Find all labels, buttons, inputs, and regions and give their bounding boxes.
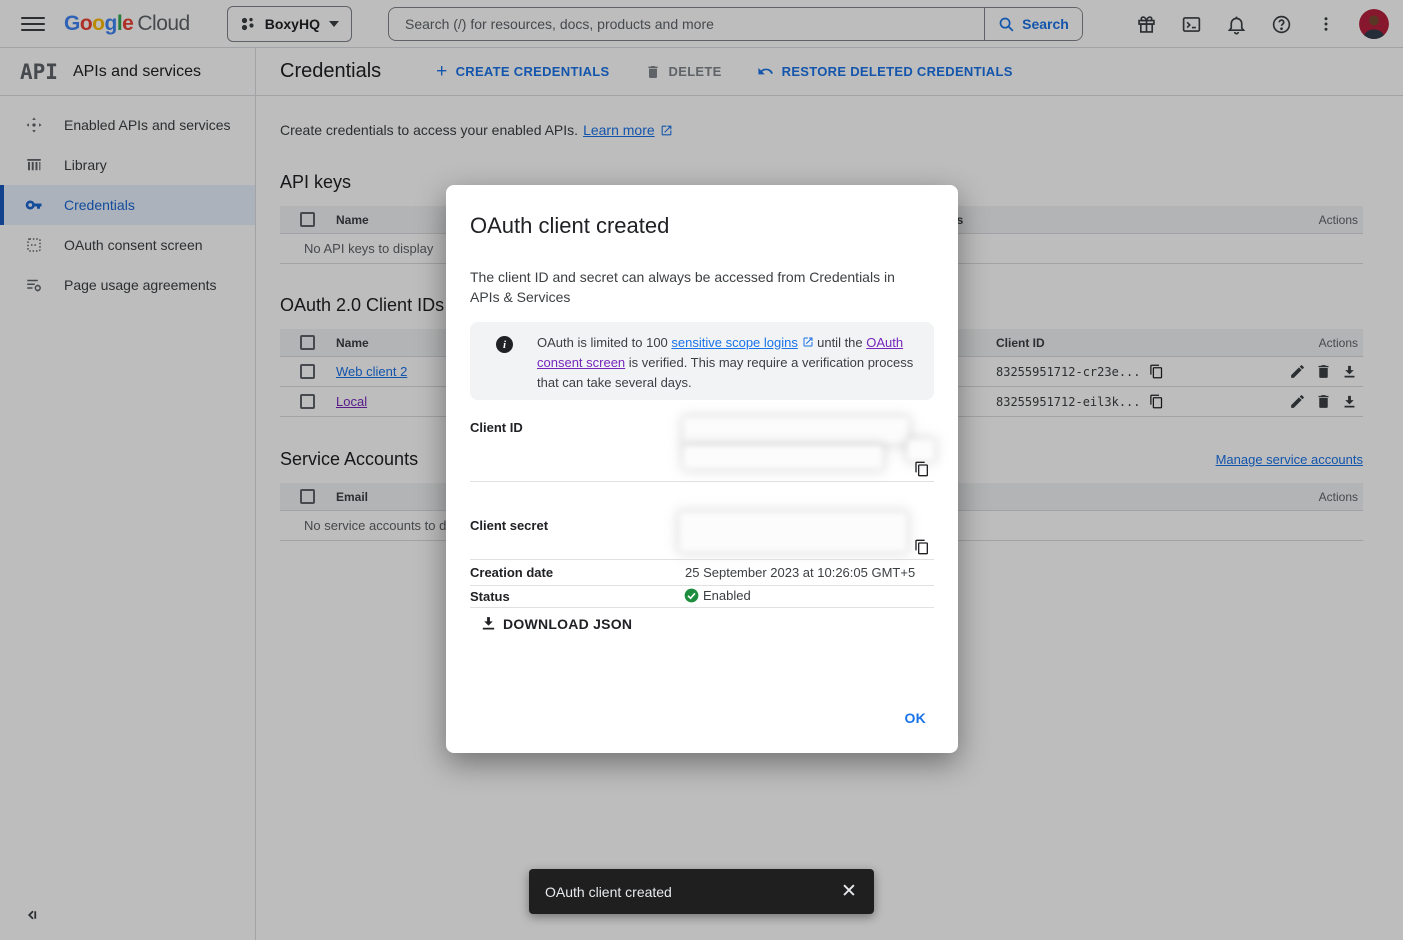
copy-client-id-icon[interactable] [914,461,930,477]
status-value: Enabled [703,588,751,603]
client-id-redacted-value [684,446,882,468]
notice-text: OAuth is limited to 100 [537,335,671,350]
dialog-subtitle: The client ID and secret can always be a… [470,267,916,307]
download-json-label: DOWNLOAD JSON [503,616,632,632]
dialog-title: OAuth client created [470,213,669,239]
info-icon: i [496,336,513,353]
ok-button[interactable]: OK [897,704,935,732]
snackbar-message: OAuth client created [545,884,672,900]
notice-text: until the [814,335,867,350]
sensitive-scope-logins-link[interactable]: sensitive scope logins [671,335,797,350]
creation-date-label: Creation date [470,565,553,580]
oauth-client-created-dialog: OAuth client created The client ID and s… [446,185,958,753]
client-secret-label: Client secret [470,518,548,533]
copy-client-secret-icon[interactable] [914,539,930,555]
snackbar: OAuth client created ✕ [529,869,874,914]
client-id-label: Client ID [470,420,523,435]
status-check-icon [684,588,699,603]
client-id-redacted-value [908,440,934,460]
client-secret-redacted-value [680,513,906,551]
verification-notice: i OAuth is limited to 100 sensitive scop… [470,322,934,400]
download-icon [480,615,497,632]
external-link-icon [802,336,814,348]
creation-date-value: 25 September 2023 at 10:26:05 GMT+5 [685,565,915,580]
download-json-button[interactable]: DOWNLOAD JSON [480,615,632,632]
status-label: Status [470,589,510,604]
close-icon[interactable]: ✕ [834,877,864,907]
client-id-redacted-value [684,418,908,443]
